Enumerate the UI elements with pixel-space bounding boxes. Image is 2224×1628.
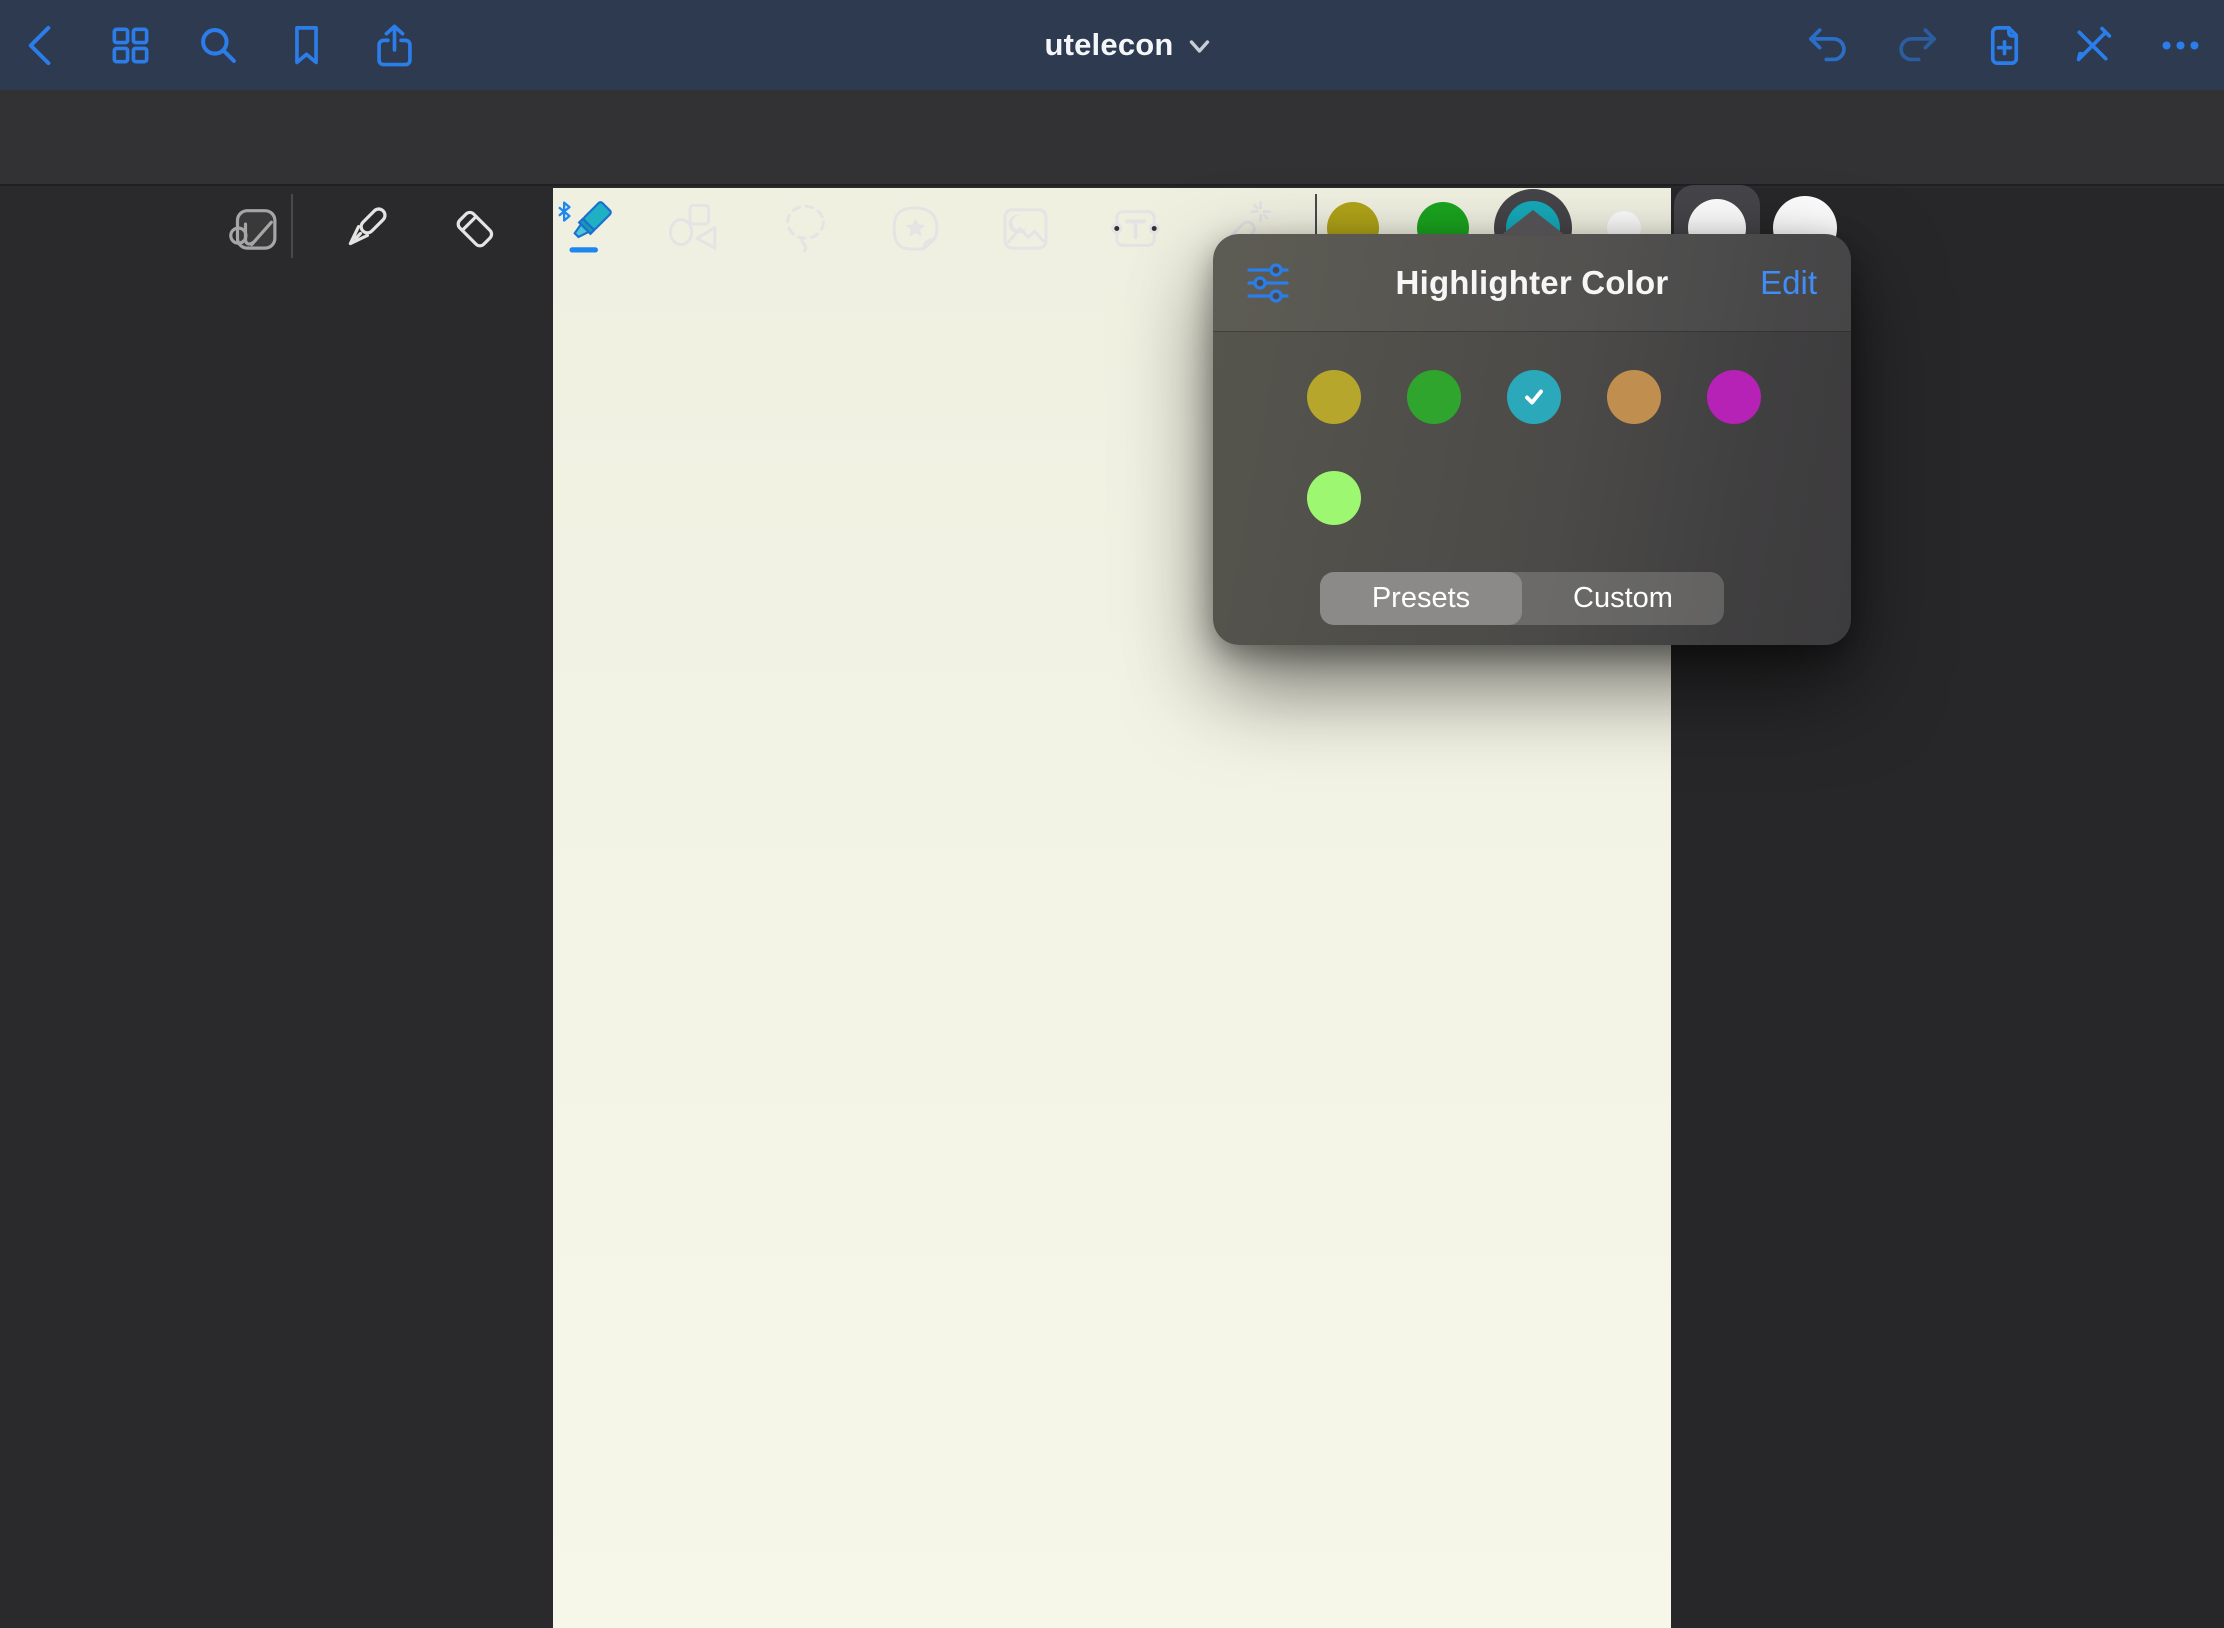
toolbar-divider — [291, 194, 293, 258]
preset-swatch-light-green[interactable] — [1307, 471, 1361, 525]
page-thumbnails-button[interactable] — [98, 13, 162, 77]
text-tool[interactable] — [1103, 196, 1167, 260]
share-button[interactable] — [362, 13, 426, 77]
shapes-tool[interactable] — [661, 196, 725, 260]
tan-preset-dot — [1607, 370, 1661, 424]
tab-presets[interactable]: Presets — [1320, 572, 1522, 625]
redo-button[interactable] — [1884, 13, 1948, 77]
chevron-down-icon — [1188, 38, 1212, 56]
popover-header: Highlighter Color Edit — [1213, 234, 1851, 332]
edit-button[interactable]: Edit — [1760, 264, 1817, 302]
redo-icon — [1893, 22, 1940, 69]
search-button[interactable] — [186, 13, 250, 77]
crossed-pencil-icon — [2069, 22, 2116, 69]
pen-tool[interactable] — [333, 196, 397, 260]
preset-swatch-tan[interactable] — [1607, 370, 1661, 424]
popover-title: Highlighter Color — [1213, 264, 1851, 302]
add-page-button[interactable] — [1972, 13, 2036, 77]
light-green-preset-dot — [1307, 471, 1361, 525]
shapes-icon — [665, 200, 722, 257]
nav-right-group — [1796, 0, 2212, 90]
preset-swatch-olive[interactable] — [1307, 370, 1361, 424]
lasso-icon — [777, 200, 834, 257]
eraser-tool[interactable] — [443, 196, 507, 260]
photo-tool[interactable] — [993, 196, 1057, 260]
tab-custom[interactable]: Custom — [1522, 572, 1724, 625]
undo-icon — [1805, 22, 1852, 69]
undo-button[interactable] — [1796, 13, 1860, 77]
document-mode-tool[interactable] — [221, 196, 285, 260]
tool-bar — [0, 90, 2224, 186]
green-preset-dot — [1407, 370, 1461, 424]
sticker-tool[interactable] — [883, 196, 947, 260]
highlighter-color-popover: Highlighter Color Edit Presets Custom — [1213, 234, 1851, 645]
ellipsis-icon — [2157, 22, 2204, 69]
add-page-icon — [1981, 22, 2028, 69]
nav-left-group — [10, 0, 426, 90]
search-icon — [195, 22, 242, 69]
magenta-preset-dot — [1707, 370, 1761, 424]
document-title-button[interactable]: utelecon — [1044, 0, 1211, 90]
pen-icon — [337, 200, 394, 257]
preset-swatch-teal-selected[interactable] — [1507, 370, 1561, 424]
highlighter-tool[interactable] — [553, 196, 617, 260]
preset-swatch-magenta[interactable] — [1707, 370, 1761, 424]
share-icon — [371, 22, 418, 69]
eraser-icon — [447, 200, 504, 257]
sticker-icon — [887, 200, 944, 257]
presets-custom-segmented-control: Presets Custom — [1320, 572, 1724, 625]
document-title: utelecon — [1044, 27, 1173, 63]
olive-preset-dot — [1307, 370, 1361, 424]
bookmark-button[interactable] — [274, 13, 338, 77]
back-button[interactable] — [10, 13, 74, 77]
thumbnails-grid-icon — [107, 22, 154, 69]
app-screen: utelecon — [0, 0, 2224, 1628]
text-icon — [1107, 200, 1164, 257]
back-chevron-icon — [19, 22, 66, 69]
top-navigation-bar: utelecon — [0, 0, 2224, 90]
preset-swatch-green[interactable] — [1407, 370, 1461, 424]
photo-icon — [997, 200, 1054, 257]
lasso-tool[interactable] — [773, 196, 837, 260]
document-mode-icon — [225, 200, 282, 257]
pen-mode-toggle-button[interactable] — [2060, 13, 2124, 77]
highlighter-icon — [557, 200, 614, 257]
bookmark-icon — [283, 22, 330, 69]
checkmark-icon — [1520, 383, 1548, 411]
more-button[interactable] — [2148, 13, 2212, 77]
